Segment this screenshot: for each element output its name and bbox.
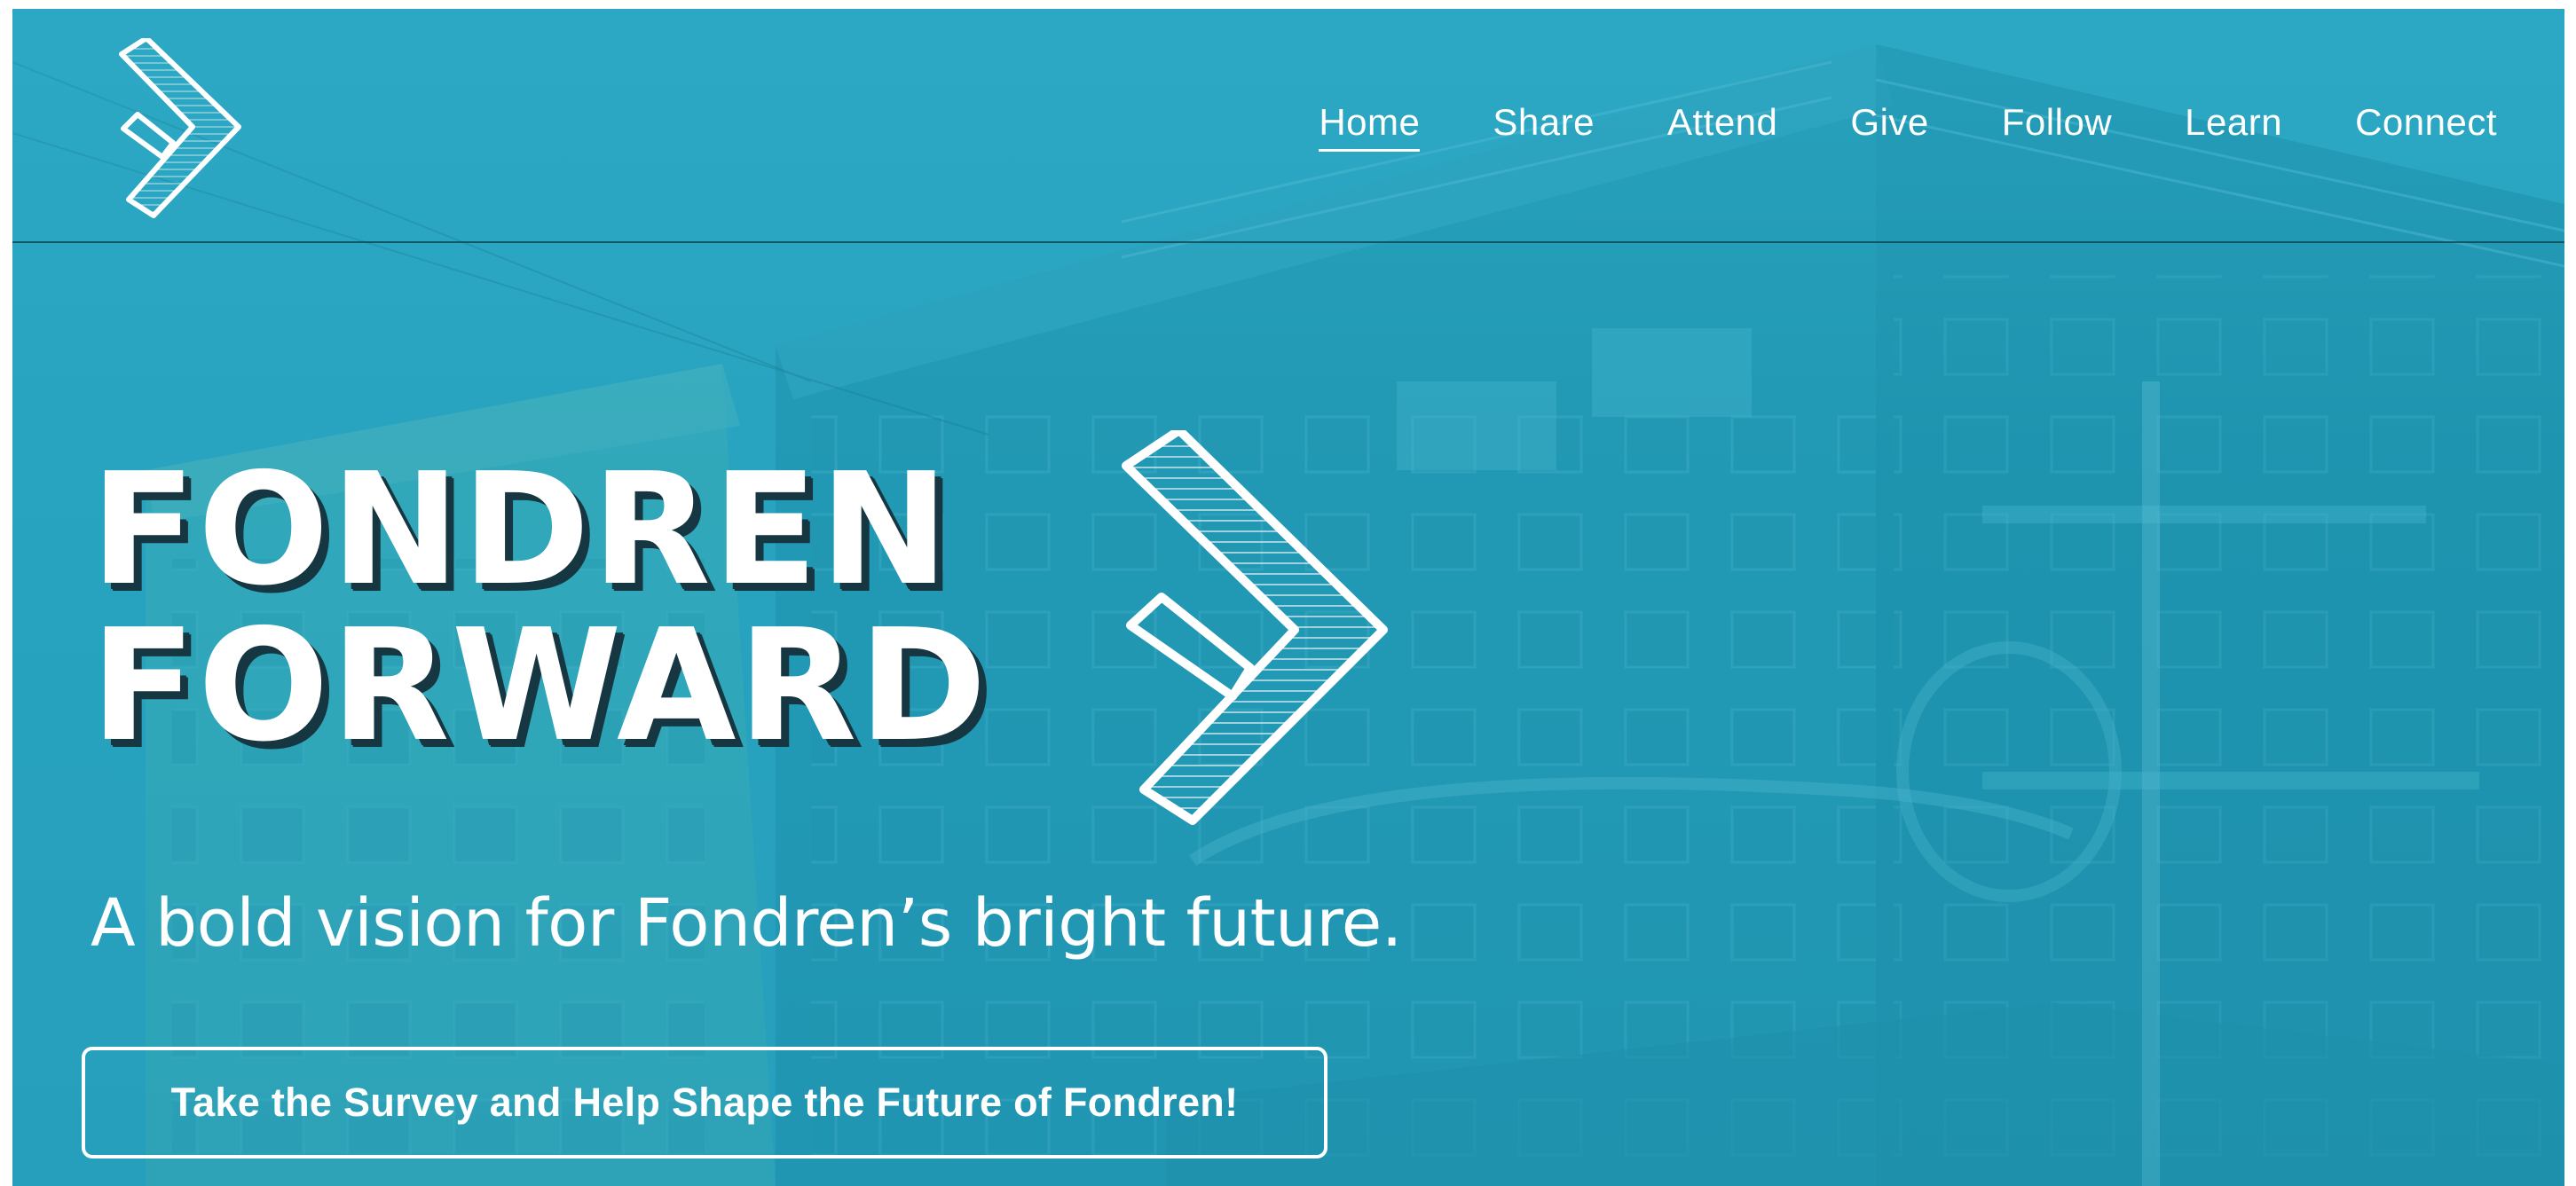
- nav-follow[interactable]: Follow: [2002, 101, 2112, 152]
- survey-cta-button[interactable]: Take the Survey and Help Shape the Futur…: [82, 1047, 1327, 1159]
- chevron-arrow-logo-icon: [119, 35, 241, 218]
- site-logo[interactable]: [104, 35, 255, 224]
- hero-title-line1: FONDREN: [91, 440, 951, 620]
- nav-learn[interactable]: Learn: [2185, 101, 2282, 152]
- header-divider: [12, 241, 2564, 243]
- nav-share[interactable]: Share: [1493, 101, 1595, 152]
- hero-title-line2: FORWARD: [91, 596, 989, 776]
- nav-home[interactable]: Home: [1319, 101, 1421, 152]
- nav-give[interactable]: Give: [1850, 101, 1928, 152]
- chevron-arrow-logo-icon: [1122, 426, 1388, 825]
- hero-title: FONDREN FORWARD: [91, 452, 989, 765]
- main-nav: Home Share Attend Give Follow Learn Conn…: [1319, 101, 2497, 152]
- hero-tagline: A bold vision for Fondren’s bright futur…: [91, 885, 1402, 962]
- page-frame: Home Share Attend Give Follow Learn Conn…: [12, 9, 2564, 1186]
- nav-attend[interactable]: Attend: [1667, 101, 1777, 152]
- hero-logo-mark: [1108, 426, 1401, 829]
- nav-connect[interactable]: Connect: [2355, 101, 2497, 152]
- survey-cta-label: Take the Survey and Help Shape the Futur…: [170, 1080, 1239, 1125]
